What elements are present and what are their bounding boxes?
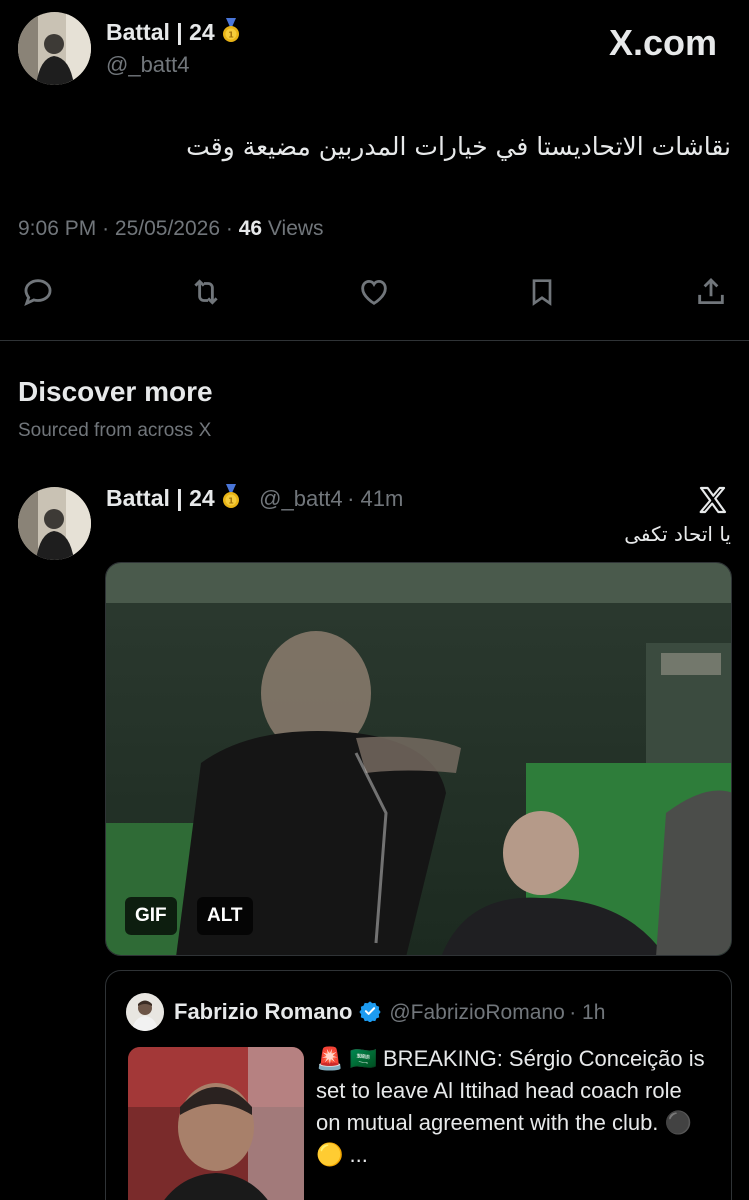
views-label: Views [267,217,324,240]
bookmark-icon [532,279,552,306]
author-avatar[interactable] [18,12,91,85]
quoted-media-thumbnail[interactable] [128,1047,304,1200]
quoted-author-avatar[interactable] [126,993,164,1031]
tweet-media-gif[interactable]: GIF ALT [105,562,732,956]
quoted-tweet-age: · 1h [569,1001,606,1024]
meta-sep: · [102,217,110,240]
quoted-tweet-text: 🚨 🇸🇦 BREAKING: Sérgio Conceição is set t… [316,1046,705,1167]
share-button[interactable] [691,272,731,312]
meta-sep: · [225,217,233,240]
tweet-time[interactable]: 9:06 PM [18,217,96,240]
svg-text:1: 1 [228,31,234,40]
alt-text-button[interactable]: ALT [197,897,253,935]
retweet-button[interactable] [186,272,226,312]
feed-author-name[interactable]: Battal | 24 [106,485,215,511]
quoted-author-name[interactable]: Fabrizio Romano [174,999,352,1024]
gold-medal-icon: 1 [221,18,241,44]
like-icon [361,279,387,305]
section-divider [0,340,749,341]
tweet-meta: 9:06 PM · 25/05/2026 · 46 Views [18,217,324,241]
bookmark-button[interactable] [522,272,562,312]
share-icon [698,277,724,305]
feed-tweet-age: · 41m [347,486,404,511]
svg-text:1: 1 [228,497,234,506]
feed-author-avatar[interactable] [18,487,91,560]
quoted-tweet-card[interactable]: Fabrizio Romano @FabrizioRomano · 1h 🚨 🇸… [105,970,732,1200]
quoted-author-handle[interactable]: @FabrizioRomano [389,1001,564,1024]
tweet-text: نقاشات الاتحاديستا في خيارات المدربين مض… [186,132,731,161]
author-handle[interactable]: @_batt4 [106,52,190,78]
x-logo-icon [697,484,729,521]
like-button[interactable] [354,272,394,312]
author-name[interactable]: Battal | 24 [106,19,215,45]
reply-icon [24,279,52,307]
discover-title: Discover more [18,376,213,407]
feed-tweet-text: يا اتحاد تكفى [624,522,731,546]
gif-badge: GIF [125,897,177,935]
feed-author-handle[interactable]: @_batt4 [259,486,343,511]
views-count: 46 [238,217,263,240]
x-brand-logo: X.com [609,22,717,64]
discover-subtitle: Sourced from across X [18,420,212,441]
brand-text: X.com [608,22,717,63]
verified-badge-icon [359,1000,381,1027]
gold-medal-icon: 1 [221,484,241,510]
tweet-date[interactable]: 25/05/2026 [115,217,220,240]
feed-tweet-header: Battal | 24 1 @_batt4 · 41m [106,484,403,512]
retweet-icon [194,279,218,305]
reply-button[interactable] [18,272,58,312]
